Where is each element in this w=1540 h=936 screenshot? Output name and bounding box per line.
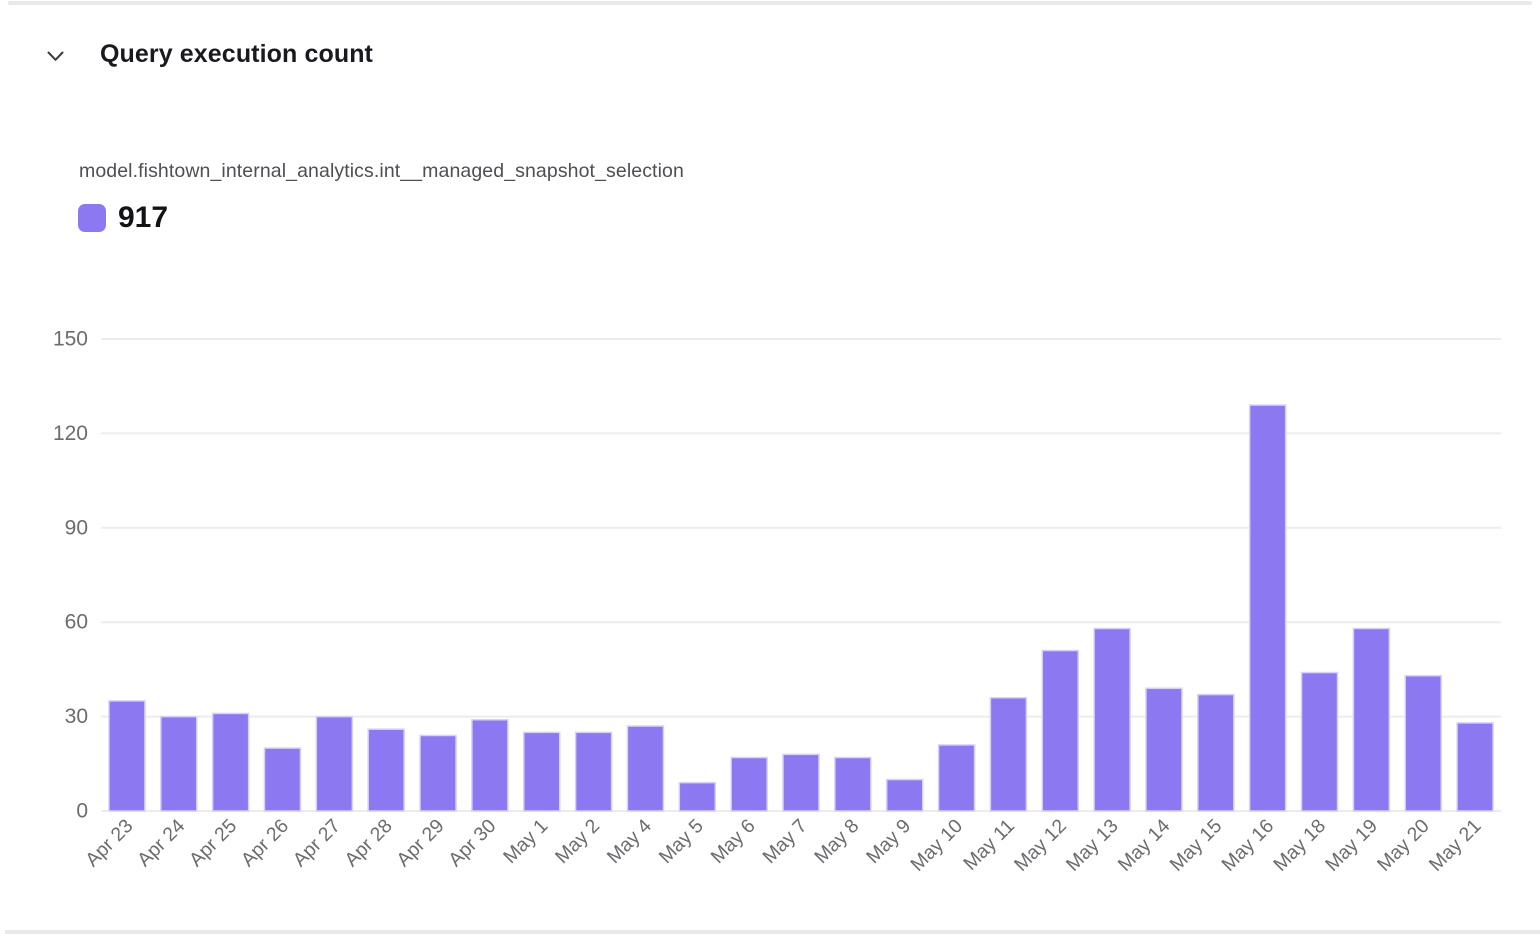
x-tick-label: Apr 28 [341,815,397,871]
x-tick-label: May 21 [1425,815,1486,876]
panel-title: Query execution count [100,40,373,69]
panel-header: Query execution count [0,40,1540,74]
x-tick-label: May 4 [603,815,656,868]
bar-chart: 0306090120150Apr 23Apr 24Apr 25Apr 26Apr… [0,300,1540,936]
bar-may-20[interactable] [1405,676,1441,811]
bar-may-10[interactable] [939,745,975,811]
bottom-divider [5,930,1540,934]
chevron-down-icon [47,51,64,62]
bar-apr-26[interactable] [264,748,300,811]
bar-apr-24[interactable] [161,717,197,811]
y-tick-label: 90 [65,516,88,539]
bar-may-11[interactable] [990,698,1026,811]
x-tick-label: Apr 27 [289,815,345,871]
bar-may-21[interactable] [1457,723,1493,811]
x-tick-label: May 10 [906,815,967,876]
x-tick-label: May 5 [655,815,708,868]
x-tick-label: May 7 [758,815,811,868]
top-divider [8,1,1532,5]
bar-may-16[interactable] [1250,405,1286,811]
x-tick-label: May 14 [1114,815,1175,876]
x-tick-label: May 19 [1321,815,1382,876]
bar-may-14[interactable] [1146,688,1182,811]
collapse-toggle[interactable] [43,44,67,68]
x-tick-label: Apr 25 [185,815,241,871]
x-tick-label: May 20 [1373,815,1434,876]
x-tick-label: May 2 [551,815,604,868]
x-tick-label: May 6 [707,815,760,868]
bar-may-8[interactable] [835,758,871,811]
bar-apr-29[interactable] [420,735,456,811]
bar-may-19[interactable] [1353,628,1389,811]
x-tick-label: Apr 29 [392,815,448,871]
y-tick-label: 150 [53,328,88,351]
bar-may-5[interactable] [679,783,715,811]
x-tick-label: May 12 [1010,815,1071,876]
x-tick-label: May 1 [499,815,552,868]
bar-may-13[interactable] [1094,628,1130,811]
y-tick-label: 60 [65,611,88,634]
x-tick-label: May 18 [1269,815,1330,876]
x-tick-label: May 13 [1062,815,1123,876]
series-label: model.fishtown_internal_analytics.int__m… [79,160,684,183]
bar-may-9[interactable] [887,780,923,811]
x-tick-label: May 16 [1217,815,1278,876]
bar-may-2[interactable] [576,732,612,811]
bar-may-18[interactable] [1302,673,1338,811]
x-tick-label: Apr 24 [133,815,189,871]
y-tick-label: 0 [76,800,88,823]
bar-may-4[interactable] [627,726,663,811]
bar-apr-23[interactable] [109,701,145,811]
y-tick-label: 30 [65,705,88,728]
legend-total: 917 [118,201,168,235]
x-tick-label: May 11 [959,815,1019,875]
bar-may-7[interactable] [783,754,819,811]
bar-apr-27[interactable] [316,717,352,811]
legend-swatch-icon [78,204,106,232]
x-tick-label: Apr 30 [444,815,500,871]
bar-apr-28[interactable] [368,729,404,811]
bar-apr-30[interactable] [472,720,508,811]
x-tick-label: Apr 26 [237,815,293,871]
x-tick-label: May 15 [1166,815,1227,876]
bar-may-15[interactable] [1198,695,1234,811]
bar-may-12[interactable] [1042,651,1078,811]
legend-item[interactable]: 917 [78,202,168,234]
x-tick-label: Apr 23 [81,815,137,871]
y-tick-label: 120 [53,422,88,445]
bar-may-1[interactable] [524,732,560,811]
bar-apr-25[interactable] [213,713,249,811]
bar-may-6[interactable] [731,758,767,811]
x-tick-label: May 8 [810,815,863,868]
